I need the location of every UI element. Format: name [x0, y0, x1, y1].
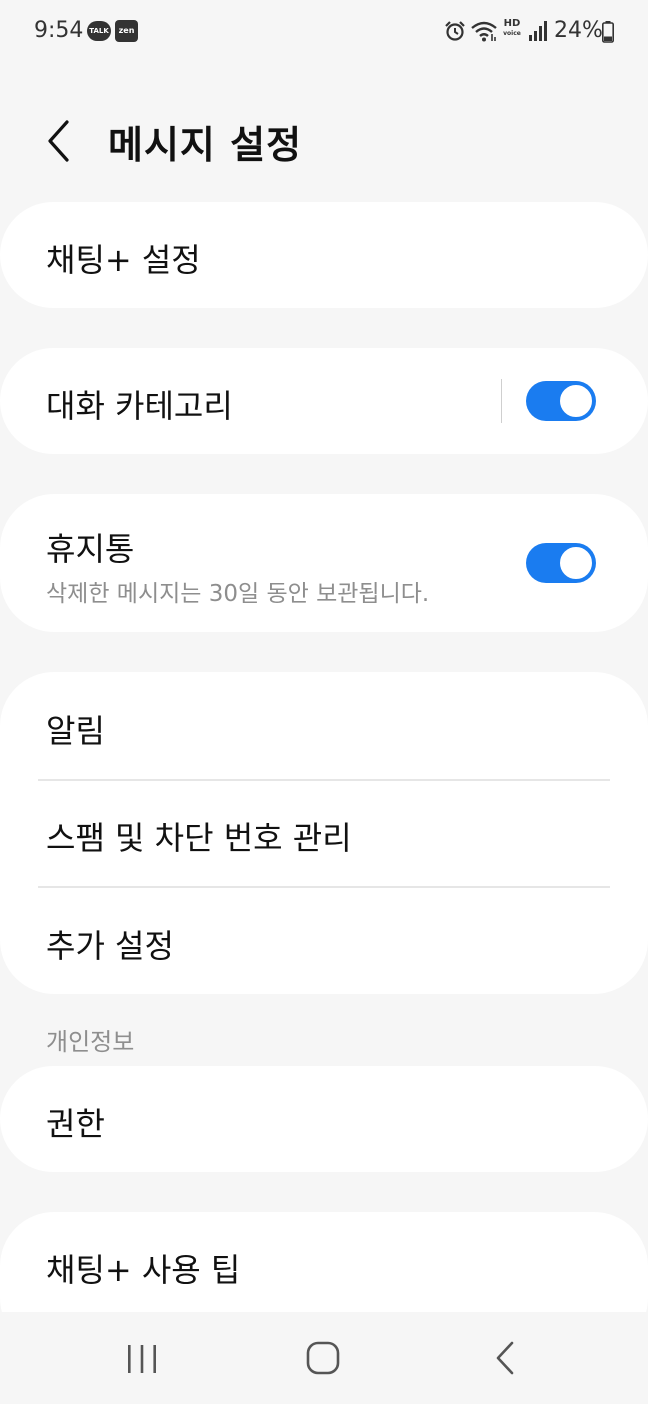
toggle-knob: [558, 383, 594, 419]
permissions-card: 권한: [0, 1066, 648, 1172]
status-bar: 9:54 TALK zen HD voice 24%: [0, 0, 648, 64]
chat-plus-tips-label: 채팅+ 사용 팁: [46, 1251, 241, 1289]
spam-block-label: 스팸 및 차단 번호 관리: [46, 819, 352, 857]
chat-plus-tips-item[interactable]: 채팅+ 사용 팁: [0, 1212, 648, 1312]
conversation-categories-label: 대화 카테고리: [46, 387, 233, 425]
chat-plus-settings-item[interactable]: 채팅+ 설정: [0, 202, 648, 308]
notifications-item[interactable]: 알림: [0, 672, 648, 779]
home-icon[interactable]: [305, 1340, 341, 1376]
status-time: 9:54: [34, 18, 84, 43]
kakaotalk-icon: TALK: [87, 21, 111, 41]
permissions-label: 권한: [46, 1105, 105, 1143]
wifi-icon: [471, 21, 497, 42]
battery-icon: [602, 21, 614, 43]
conversation-categories-card: 대화 카테고리: [0, 348, 648, 454]
more-settings-label: 추가 설정: [46, 927, 174, 965]
trash-card: 휴지통 삭제한 메시지는 30일 동안 보관됩니다.: [0, 494, 648, 632]
alarm-icon: [445, 21, 465, 41]
hd-label: HD: [503, 18, 521, 29]
permissions-item[interactable]: 권한: [0, 1066, 648, 1172]
trash-description: 삭제한 메시지는 30일 동안 보관됩니다.: [46, 581, 430, 607]
more-settings-item[interactable]: 추가 설정: [0, 888, 648, 994]
conversation-categories-toggle[interactable]: [526, 381, 596, 421]
back-button[interactable]: [38, 116, 82, 166]
screen: 9:54 TALK zen HD voice 24% 메시지 설정 채팅+ 설정…: [0, 0, 648, 1404]
privacy-section-header: 개인정보: [46, 1028, 135, 1056]
general-settings-card: 알림 스팸 및 차단 번호 관리 추가 설정: [0, 672, 648, 994]
battery-percent: 24%: [554, 18, 603, 43]
navigation-bar: [0, 1312, 648, 1404]
vertical-divider: [501, 379, 502, 423]
chat-plus-settings-label: 채팅+ 설정: [46, 241, 201, 279]
trash-toggle[interactable]: [526, 543, 596, 583]
zen-app-icon: zen: [115, 20, 138, 42]
notifications-label: 알림: [46, 712, 105, 750]
back-icon[interactable]: [490, 1340, 520, 1376]
signal-icon: [529, 21, 547, 41]
recents-icon[interactable]: [124, 1342, 160, 1376]
trash-label: 휴지통: [46, 530, 135, 568]
chat-plus-card: 채팅+ 설정: [0, 202, 648, 308]
voice-label: voice: [503, 30, 521, 37]
spam-block-item[interactable]: 스팸 및 차단 번호 관리: [0, 781, 648, 886]
page-title: 메시지 설정: [108, 123, 303, 167]
hd-voice-icon: HD voice: [500, 18, 524, 42]
toggle-knob: [558, 545, 594, 581]
